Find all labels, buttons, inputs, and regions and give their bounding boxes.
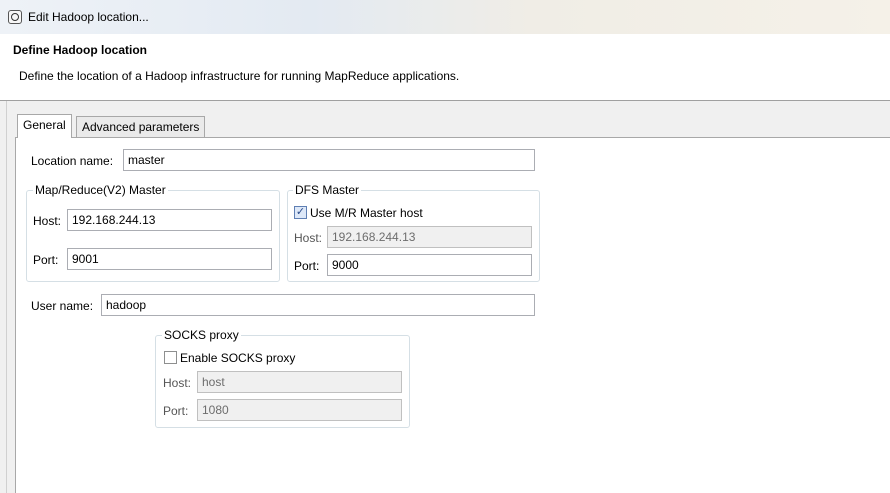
eclipse-app-icon <box>8 10 22 24</box>
left-border <box>0 101 7 493</box>
socks-port-input[interactable] <box>197 399 402 421</box>
mapreduce-port-label: Port: <box>33 253 59 267</box>
user-name-input[interactable] <box>101 294 535 316</box>
socks-port-label: Port: <box>163 404 189 418</box>
enable-socks-proxy-checkbox[interactable] <box>164 351 177 364</box>
tab-general-label: General <box>23 118 66 132</box>
tab-advanced-parameters[interactable]: Advanced parameters <box>76 116 206 138</box>
use-mr-master-host-checkbox[interactable]: ✓ <box>294 206 307 219</box>
tab-general[interactable]: General <box>17 114 72 138</box>
location-name-input[interactable] <box>123 149 535 171</box>
user-name-label: User name: <box>31 299 94 313</box>
mapreduce-port-input[interactable] <box>67 248 272 270</box>
window-title-bar[interactable]: Edit Hadoop location... <box>0 0 890 35</box>
location-name-label: Location name: <box>31 154 114 168</box>
socks-host-input[interactable] <box>197 371 402 393</box>
dfs-port-label: Port: <box>294 259 320 273</box>
use-mr-master-host-label[interactable]: Use M/R Master host <box>310 206 423 220</box>
mapreduce-host-input[interactable] <box>67 209 272 231</box>
header-title: Define Hadoop location <box>13 43 148 57</box>
window-title: Edit Hadoop location... <box>28 10 149 24</box>
dfs-host-label: Host: <box>294 231 323 245</box>
dfs-host-input[interactable] <box>327 226 532 248</box>
mapreduce-host-label: Host: <box>33 214 62 228</box>
header-description: Define the location of a Hadoop infrastr… <box>19 69 460 83</box>
socks-host-label: Host: <box>163 376 192 390</box>
socks-proxy-legend: SOCKS proxy <box>162 328 241 342</box>
dialog-header: Define Hadoop location Define the locati… <box>0 34 890 101</box>
dfs-port-input[interactable] <box>327 254 532 276</box>
dfs-master-legend: DFS Master <box>293 183 362 197</box>
enable-socks-proxy-label[interactable]: Enable SOCKS proxy <box>180 351 295 365</box>
tab-advanced-parameters-label: Advanced parameters <box>82 120 200 134</box>
mapreduce-master-legend: Map/Reduce(V2) Master <box>33 183 168 197</box>
